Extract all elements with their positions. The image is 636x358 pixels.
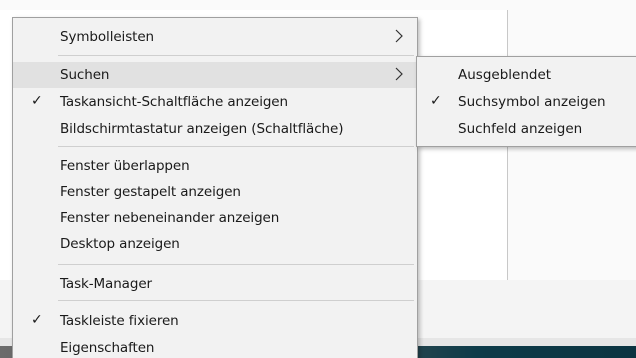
menu-item-label: Symbolleisten	[60, 29, 154, 45]
menu-item-properties[interactable]: Eigenschaften	[13, 335, 417, 358]
submenu-item-show-search-icon[interactable]: ✓ Suchsymbol anzeigen	[417, 89, 636, 115]
menu-item-label: Eigenschaften	[60, 340, 155, 356]
menu-item-label: Fenster nebeneinander anzeigen	[60, 210, 280, 226]
checkmark-icon: ✓	[31, 312, 43, 328]
desktop-screen: Symbolleisten Suchen ✓ Taskansicht-Schal…	[0, 0, 636, 358]
menu-item-task-manager[interactable]: Task-Manager	[13, 271, 417, 297]
submenu-item-hidden[interactable]: Ausgeblendet	[417, 62, 636, 88]
chevron-right-icon	[395, 29, 403, 43]
submenu-item-label: Ausgeblendet	[458, 67, 552, 83]
submenu-item-show-search-box[interactable]: Suchfeld anzeigen	[417, 116, 636, 142]
menu-item-lock-taskbar[interactable]: ✓ Taskleiste fixieren	[13, 308, 417, 334]
menu-separator	[58, 146, 414, 147]
menu-item-label: Suchen	[60, 67, 110, 83]
background-window-frame	[507, 10, 636, 293]
menu-item-label: Fenster überlappen	[60, 158, 190, 174]
menu-item-label: Bildschirmtastatur anzeigen (Schaltfläch…	[60, 121, 344, 137]
chevron-right-icon	[395, 67, 403, 81]
menu-item-search[interactable]: Suchen	[13, 62, 417, 88]
background-window-top	[0, 0, 636, 10]
menu-item-label: Taskleiste fixieren	[60, 313, 179, 329]
checkmark-icon: ✓	[430, 93, 442, 109]
taskbar-context-menu: Symbolleisten Suchen ✓ Taskansicht-Schal…	[12, 17, 418, 358]
menu-item-cascade-windows[interactable]: Fenster überlappen	[13, 153, 417, 179]
menu-item-label: Taskansicht-Schaltfläche anzeigen	[60, 94, 288, 110]
menu-item-side-by-side-windows[interactable]: Fenster nebeneinander anzeigen	[13, 205, 417, 231]
menu-item-touch-keyboard-button[interactable]: Bildschirmtastatur anzeigen (Schaltfläch…	[13, 116, 417, 142]
menu-item-label: Fenster gestapelt anzeigen	[60, 184, 241, 200]
submenu-item-label: Suchfeld anzeigen	[458, 121, 583, 137]
menu-item-toolbars[interactable]: Symbolleisten	[13, 24, 417, 50]
menu-item-task-view-button[interactable]: ✓ Taskansicht-Schaltfläche anzeigen	[13, 89, 417, 115]
menu-separator	[58, 264, 414, 265]
menu-separator	[58, 300, 414, 301]
checkmark-icon: ✓	[31, 93, 43, 109]
menu-item-label: Task-Manager	[60, 276, 152, 292]
submenu-item-label: Suchsymbol anzeigen	[458, 94, 606, 110]
search-submenu: Ausgeblendet ✓ Suchsymbol anzeigen Suchf…	[416, 56, 636, 147]
menu-item-label: Desktop anzeigen	[60, 236, 180, 252]
menu-item-stack-windows[interactable]: Fenster gestapelt anzeigen	[13, 179, 417, 205]
menu-separator	[58, 55, 414, 56]
menu-item-show-desktop[interactable]: Desktop anzeigen	[13, 231, 417, 257]
